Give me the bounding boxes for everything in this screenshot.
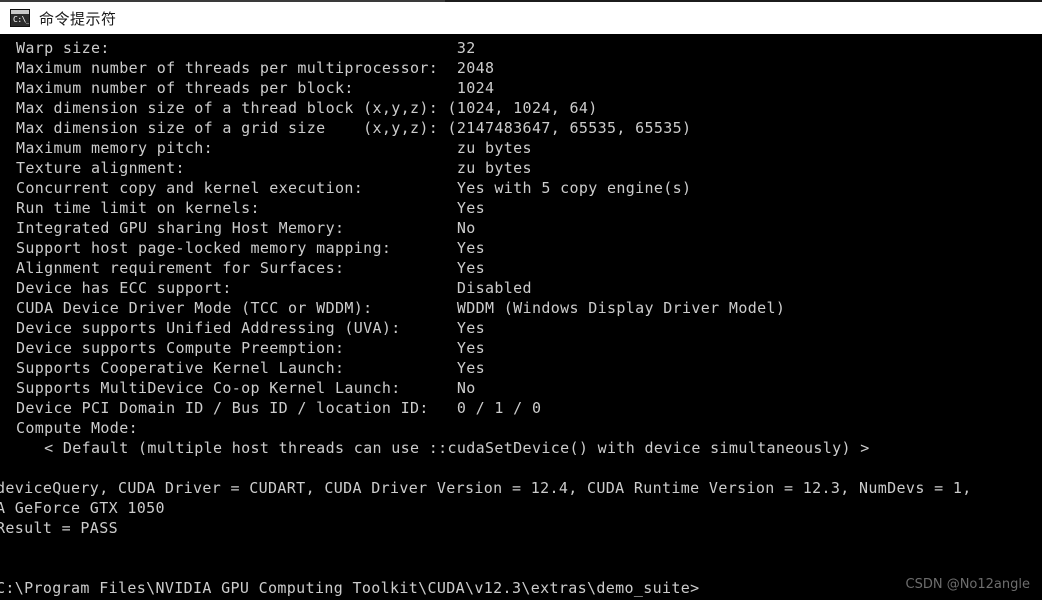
terminal-line-pci-ids: Device PCI Domain ID / Bus ID / location…: [16, 399, 542, 417]
terminal-line-run-time-limit: Run time limit on kernels: Yes: [16, 199, 486, 217]
terminal-line-result: Result = PASS: [0, 519, 118, 537]
window-titlebar[interactable]: C:\_ 命令提示符: [0, 2, 1042, 36]
terminal-line-integrated-gpu: Integrated GPU sharing Host Memory: No: [16, 219, 476, 237]
terminal-line-device-query-summary: deviceQuery, CUDA Driver = CUDART, CUDA …: [0, 479, 972, 497]
terminal-line-compute-mode: Compute Mode:: [16, 419, 138, 437]
terminal-line-unified-addressing: Device supports Unified Addressing (UVA)…: [16, 319, 486, 337]
terminal-line-blank-2: [0, 538, 1042, 558]
terminal-line-max-threads-per-mp: Maximum number of threads per multiproce…: [16, 59, 495, 77]
terminal-line-max-memory-pitch: Maximum memory pitch: zu bytes: [16, 139, 532, 157]
terminal-line-multidevice-coop: Supports MultiDevice Co-op Kernel Launch…: [16, 379, 476, 397]
command-prompt-window: C:\_ 命令提示符 Warp size: 32 Maximum number o…: [0, 0, 1042, 600]
cmd-icon-prompt-glyph: C:\_: [13, 15, 30, 24]
cmd-icon-titlebar-stripe: [11, 10, 29, 14]
terminal-line-concurrent-copy: Concurrent copy and kernel execution: Ye…: [16, 179, 692, 197]
terminal-line-prompt: C:\Program Files\NVIDIA GPU Computing To…: [0, 579, 700, 597]
terminal-line-compute-preemption: Device supports Compute Preemption: Yes: [16, 339, 486, 357]
terminal-line-max-block-dim: Max dimension size of a thread block (x,…: [16, 99, 598, 117]
terminal-line-texture-alignment: Texture alignment: zu bytes: [16, 159, 532, 177]
window-title: 命令提示符: [39, 9, 117, 28]
terminal-line-max-threads-per-block: Maximum number of threads per block: 102…: [16, 79, 495, 97]
terminal-line-surface-alignment: Alignment requirement for Surfaces: Yes: [16, 259, 486, 277]
terminal-line-warp-size: Warp size: 32: [16, 39, 476, 57]
terminal-line-max-grid-dim: Max dimension size of a grid size (x,y,z…: [16, 119, 692, 137]
terminal-line-compute-mode-detail: < Default (multiple host threads can use…: [16, 439, 870, 457]
terminal-line-blank-1: [0, 458, 1042, 478]
terminal-line-driver-mode: CUDA Device Driver Mode (TCC or WDDM): W…: [16, 299, 786, 317]
terminal-line-gpu-name: A GeForce GTX 1050: [0, 499, 165, 517]
window-top-edge-right: [445, 0, 1042, 2]
terminal-line-ecc-support: Device has ECC support: Disabled: [16, 279, 532, 297]
terminal-line-page-locked-mapping: Support host page-locked memory mapping:…: [16, 239, 486, 257]
terminal-line-blank-3: [0, 558, 1042, 578]
terminal-line-cooperative-launch: Supports Cooperative Kernel Launch: Yes: [16, 359, 486, 377]
terminal-output-area[interactable]: Warp size: 32 Maximum number of threads p…: [0, 38, 1042, 600]
csdn-watermark: CSDN @No12angle: [905, 577, 1030, 592]
terminal-lines: Warp size: 32 Maximum number of threads p…: [0, 38, 1042, 598]
cmd-icon: C:\_: [10, 9, 30, 27]
